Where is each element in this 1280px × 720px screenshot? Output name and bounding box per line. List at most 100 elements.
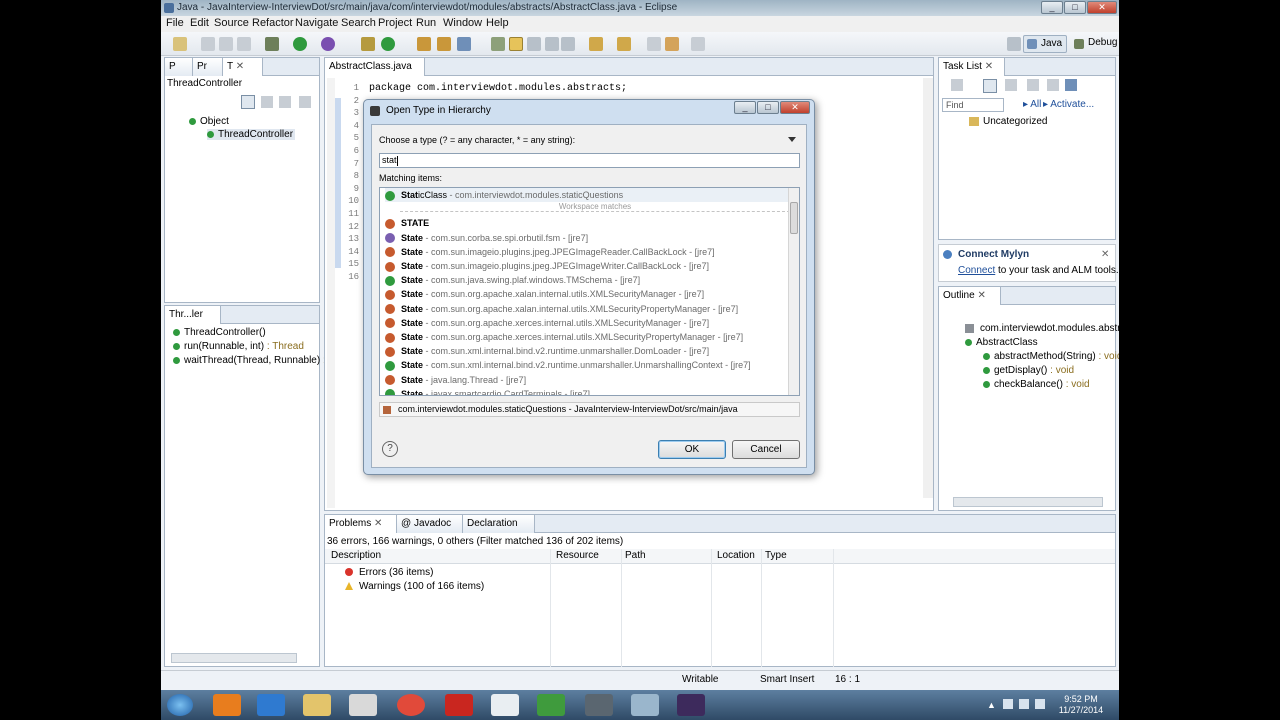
save-disk-icon[interactable] [585,694,613,716]
dialog-close-button[interactable]: ✕ [780,101,810,114]
tab-outline[interactable]: Outline ✕ [939,287,1001,305]
activate-link[interactable]: ▸ Activate... [1043,99,1094,110]
menu-window[interactable]: Window [443,17,482,29]
volume-icon[interactable] [1019,699,1029,709]
type-filter-input[interactable]: stat [379,153,800,168]
find-input[interactable]: Find [942,98,1004,112]
save-icon[interactable] [201,37,215,51]
column-description[interactable]: Description [331,550,381,561]
tab-members[interactable]: Thr...ler [165,306,221,324]
close-icon[interactable]: ✕ [374,518,382,529]
column-path[interactable]: Path [625,550,646,561]
scrollbar-thumb[interactable] [790,202,798,234]
back-icon[interactable] [665,37,679,51]
action-center-icon[interactable] [1035,699,1045,709]
menu-refactor[interactable]: Refactor [252,17,294,29]
match-item[interactable]: State - java.lang.Thread - [jre7] [385,373,790,387]
dialog-maximize-button[interactable]: □ [757,101,779,114]
tab-package-explorer[interactable]: P [165,58,193,76]
previous-annotation-icon[interactable] [617,37,631,51]
paragraph-icon[interactable] [561,37,575,51]
show-type-hierarchy-icon[interactable] [241,95,255,109]
horizontal-scrollbar[interactable] [953,497,1103,507]
view-menu-icon[interactable] [299,96,311,108]
match-item[interactable]: State - com.sun.org.apache.xerces.intern… [385,316,790,330]
menu-project[interactable]: Project [378,17,412,29]
connect-link[interactable]: Connect [958,265,995,276]
tab-problems[interactable]: Problems ✕ [325,515,397,533]
outline-method[interactable]: abstractMethod(String) : void [983,351,1119,362]
file-explorer-icon[interactable] [303,694,331,716]
category-uncategorized[interactable]: Uncategorized [969,116,1047,127]
menu-source[interactable]: Source [214,17,249,29]
match-item[interactable]: StaticClass - com.interviewdot.modules.s… [385,188,790,202]
chrome-icon[interactable] [397,694,425,716]
tab-javadoc[interactable]: @ Javadoc [397,515,463,533]
menu-run[interactable]: Run [416,17,436,29]
spreadsheet-icon[interactable] [537,694,565,716]
collapse-all-icon[interactable] [1047,79,1059,91]
column-resource[interactable]: Resource [556,550,599,561]
match-item[interactable]: State - com.sun.xml.internal.bind.v2.run… [385,344,790,358]
vlc-icon[interactable] [213,694,241,716]
network-icon[interactable] [1003,699,1013,709]
match-item[interactable]: STATE [385,216,790,230]
column-location[interactable]: Location [717,550,755,561]
paint-icon[interactable] [491,694,519,716]
menu-search[interactable]: Search [341,17,376,29]
last-edit-icon[interactable] [647,37,661,51]
menu-file[interactable]: File [166,17,184,29]
chevron-down-icon[interactable] [788,137,796,142]
tab-task-list[interactable]: Task List ✕ [939,58,1005,76]
notepad-icon[interactable] [631,694,659,716]
open-task-icon[interactable] [437,37,451,51]
show-whitespace-icon[interactable] [545,37,559,51]
vertical-scrollbar[interactable] [923,78,933,498]
member-row[interactable]: run(Runnable, int) : Thread [173,341,304,352]
categorized-icon[interactable] [983,79,997,93]
new-java-project-icon[interactable] [361,37,375,51]
next-annotation-icon[interactable] [589,37,603,51]
eclipse-taskbar-icon[interactable] [677,694,705,716]
match-item[interactable]: State - com.sun.org.apache.xalan.interna… [385,302,790,316]
synchronize-icon[interactable] [1065,79,1077,91]
open-type-icon[interactable] [417,37,431,51]
hide-completed-icon[interactable] [1027,79,1039,91]
tab-abstractclass-java[interactable]: AbstractClass.java [325,58,425,76]
cancel-button[interactable]: Cancel [732,440,800,459]
coverage-icon[interactable] [321,37,335,51]
close-icon[interactable]: ✕ [977,290,985,301]
show-supertype-icon[interactable] [261,96,273,108]
match-item[interactable]: State - com.sun.org.apache.xalan.interna… [385,287,790,301]
internet-explorer-icon[interactable] [257,694,285,716]
show-hidden-icons-icon[interactable]: ▲ [987,700,996,710]
scheduled-icon[interactable] [1005,79,1017,91]
match-item[interactable]: State - com.sun.corba.se.spi.orbutil.fsm… [385,231,790,245]
match-item[interactable]: State - com.sun.imageio.plugins.jpeg.JPE… [385,259,790,273]
close-icon[interactable]: ✕ [1101,249,1109,260]
tab-declaration[interactable]: Declaration [463,515,535,533]
close-icon[interactable]: ✕ [236,61,244,72]
new-task-icon[interactable] [951,79,963,91]
block-selection-icon[interactable] [527,37,541,51]
debug-icon[interactable] [265,37,279,51]
new-icon[interactable] [173,37,187,51]
close-icon[interactable]: ✕ [985,61,993,72]
matching-items-list[interactable]: StaticClass - com.interviewdot.modules.s… [379,187,800,396]
menu-help[interactable]: Help [486,17,509,29]
run-icon[interactable] [293,37,307,51]
horizontal-scrollbar[interactable] [171,653,297,663]
outline-package[interactable]: com.interviewdot.modules.abstra [965,323,1119,334]
system-clock[interactable]: 9:52 PM 11/27/2014 [1053,694,1109,716]
code-line[interactable]: package com.interviewdot.modules.abstrac… [369,83,627,94]
print-icon[interactable] [237,37,251,51]
tree-item-object[interactable]: Object [189,116,229,127]
tab-type-hierarchy[interactable]: T ✕ [223,58,263,76]
list-scrollbar[interactable] [788,188,799,395]
match-item[interactable]: State - com.sun.xml.internal.bind.v2.run… [385,358,790,372]
tab-project-explorer[interactable]: Pr [193,58,223,76]
menu-edit[interactable]: Edit [190,17,209,29]
match-item[interactable]: State - com.sun.org.apache.xerces.intern… [385,330,790,344]
ok-button[interactable]: OK [658,440,726,459]
outline-method[interactable]: checkBalance() : void [983,379,1090,390]
